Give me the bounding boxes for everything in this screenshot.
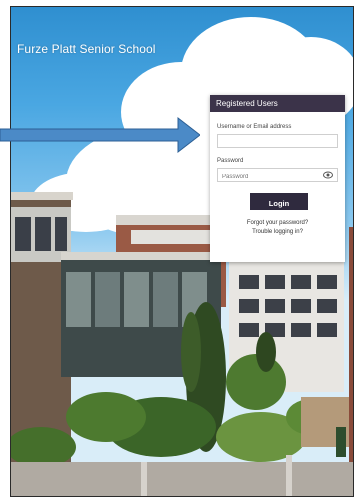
login-button[interactable]: Login <box>250 193 308 210</box>
arrow-icon <box>0 116 200 154</box>
username-input[interactable] <box>217 134 338 148</box>
eye-icon[interactable] <box>323 171 333 179</box>
trouble-logging-in-link[interactable]: Trouble logging in? <box>210 229 345 235</box>
password-input[interactable] <box>217 168 338 182</box>
forgot-password-link[interactable]: Forgot your password? <box>210 220 345 226</box>
school-name: Furze Platt Senior School <box>17 42 156 56</box>
login-panel-header: Registered Users <box>210 95 345 112</box>
username-label: Username or Email address <box>217 124 292 130</box>
password-label: Password <box>217 158 244 164</box>
login-panel: Registered Users Username or Email addre… <box>210 95 345 262</box>
